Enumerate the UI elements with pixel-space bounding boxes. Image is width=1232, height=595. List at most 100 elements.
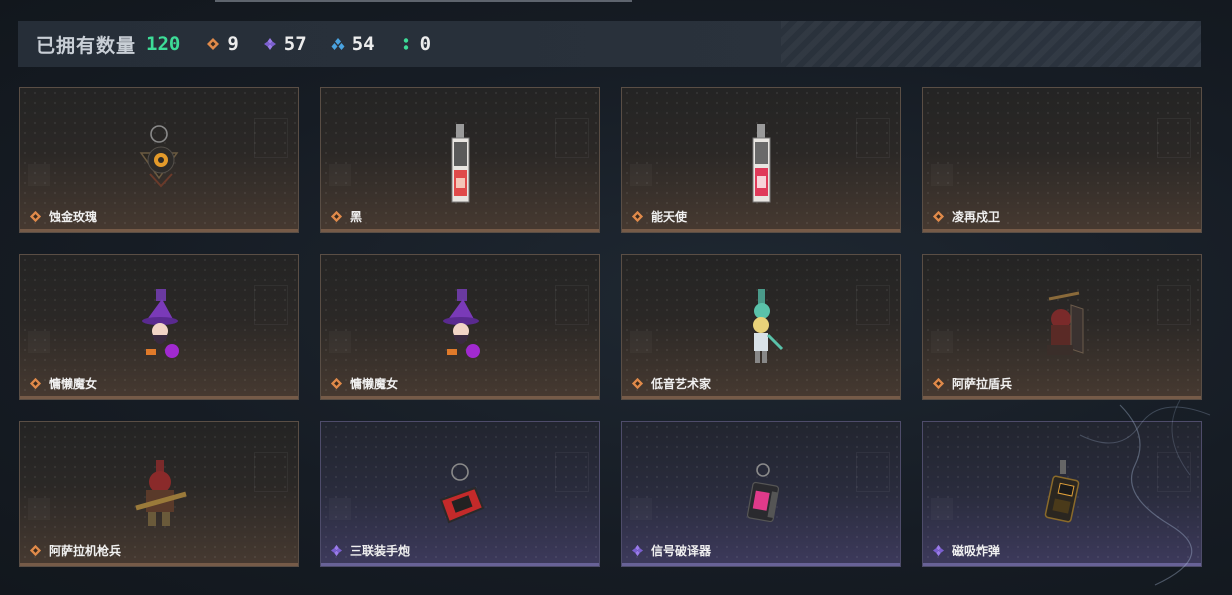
card-decoration: [254, 452, 288, 492]
card-decoration: [931, 331, 953, 353]
item-name-row: 阿萨拉机枪兵: [29, 542, 121, 559]
green-dots-icon: [403, 38, 408, 50]
orange-diamond-icon: [932, 377, 945, 390]
stat-green: 0: [399, 33, 431, 55]
item-name: 信号破译器: [651, 544, 712, 558]
card-decoration: [555, 285, 589, 325]
rarity-rule: [622, 229, 900, 232]
item-name-row: 阿萨拉盾兵: [932, 375, 1012, 392]
stat-purple-value: 57: [283, 33, 307, 55]
owned-count: 120: [146, 33, 181, 55]
bass-artist-charm-icon: [753, 289, 784, 363]
item-card[interactable]: 慵懒魔女: [19, 254, 299, 400]
purple-diamond-icon: [330, 544, 343, 557]
orange-diamond-icon: [330, 377, 343, 390]
card-decoration: [630, 498, 652, 520]
orange-diamond-icon: [207, 38, 220, 50]
top-divider: [215, 0, 632, 2]
item-card[interactable]: 信号破译器: [621, 421, 901, 567]
item-card[interactable]: 凌再戍卫: [922, 87, 1202, 233]
item-name-row: 凌再戍卫: [932, 208, 1000, 225]
item-name: 阿萨拉机枪兵: [49, 544, 122, 558]
stat-blue-value: 54: [351, 33, 375, 55]
card-decoration: [555, 452, 589, 492]
owned-label: 已拥有数量: [36, 34, 137, 57]
card-decoration: [254, 285, 288, 325]
purple-diamond-icon: [932, 544, 945, 557]
decoder-charm-icon: [746, 463, 780, 523]
item-card[interactable]: 磁吸炸弹: [922, 421, 1202, 567]
magnet-bomb-charm-icon: [1044, 460, 1080, 523]
stat-purple: 57: [263, 33, 307, 55]
item-name: 低音艺术家: [651, 377, 712, 391]
rarity-rule: [923, 229, 1201, 232]
rarity-rule: [622, 396, 900, 399]
rarity-rule: [20, 229, 298, 232]
card-decoration: [1157, 118, 1191, 158]
item-name: 凌再戍卫: [952, 210, 1001, 224]
rarity-rule: [20, 563, 298, 566]
item-name-row: 磁吸炸弹: [932, 542, 1000, 559]
owned-stats-bar: 已拥有数量 120 9 57 54 0: [18, 21, 1201, 67]
orange-diamond-icon: [29, 544, 42, 557]
item-grid: 蚀金玫瑰 黑 能天使 凌再戍卫 慵懒魔女 慵懒魔女 低音艺术家 阿萨拉盾兵 阿萨…: [19, 87, 1202, 567]
gunner-charm-icon: [135, 460, 187, 526]
item-card[interactable]: 蚀金玫瑰: [19, 87, 299, 233]
item-name-row: 蚀金玫瑰: [29, 208, 97, 225]
item-name: 阿萨拉盾兵: [952, 377, 1013, 391]
card-decoration: [856, 285, 890, 325]
stat-blue: 54: [331, 33, 375, 55]
item-name-row: 慵懒魔女: [29, 375, 97, 392]
orange-diamond-icon: [932, 210, 945, 223]
item-card[interactable]: 黑: [320, 87, 600, 233]
card-decoration: [28, 498, 50, 520]
purple-diamond-icon: [631, 544, 644, 557]
rarity-rule: [923, 563, 1201, 566]
blue-triple-icon: [331, 38, 345, 50]
card-decoration: [329, 331, 351, 353]
item-card[interactable]: 阿萨拉盾兵: [922, 254, 1202, 400]
stat-orange-value: 9: [227, 33, 239, 55]
item-name: 能天使: [651, 210, 688, 224]
card-decoration: [28, 331, 50, 353]
item-card[interactable]: 能天使: [621, 87, 901, 233]
orange-diamond-icon: [330, 210, 343, 223]
orange-diamond-icon: [29, 210, 42, 223]
item-name-row: 低音艺术家: [631, 375, 711, 392]
card-decoration: [254, 118, 288, 158]
orange-diamond-icon: [631, 377, 644, 390]
card-decoration: [630, 164, 652, 186]
card-decoration: [931, 164, 953, 186]
item-name: 蚀金玫瑰: [49, 210, 98, 224]
item-card[interactable]: 低音艺术家: [621, 254, 901, 400]
item-name: 黑: [350, 210, 363, 224]
item-name-row: 信号破译器: [631, 542, 711, 559]
witch-charm-icon: [443, 289, 480, 358]
card-decoration: [28, 164, 50, 186]
card-decoration: [931, 498, 953, 520]
purple-diamond-icon: [263, 38, 276, 50]
card-decoration: [1157, 452, 1191, 492]
stat-orange: 9: [206, 33, 239, 55]
rarity-rule: [622, 563, 900, 566]
card-decoration: [630, 331, 652, 353]
item-card[interactable]: 三联装手炮: [320, 421, 600, 567]
card-decoration: [856, 452, 890, 492]
card-decoration: [555, 118, 589, 158]
witch-charm-icon: [142, 289, 179, 358]
rarity-rule: [923, 396, 1201, 399]
item-card[interactable]: 阿萨拉机枪兵: [19, 421, 299, 567]
card-decoration: [329, 164, 351, 186]
orange-diamond-icon: [631, 210, 644, 223]
card-decoration: [1157, 285, 1191, 325]
card-decoration: [329, 498, 351, 520]
item-name: 磁吸炸弹: [952, 544, 1001, 558]
card-charm-icon: [752, 124, 771, 203]
rarity-rule: [20, 396, 298, 399]
item-card[interactable]: 慵懒魔女: [320, 254, 600, 400]
item-name: 三联装手炮: [350, 544, 411, 558]
stat-green-value: 0: [419, 33, 432, 55]
orange-diamond-icon: [29, 377, 42, 390]
rarity-rule: [321, 396, 599, 399]
item-name: 慵懒魔女: [49, 377, 98, 391]
